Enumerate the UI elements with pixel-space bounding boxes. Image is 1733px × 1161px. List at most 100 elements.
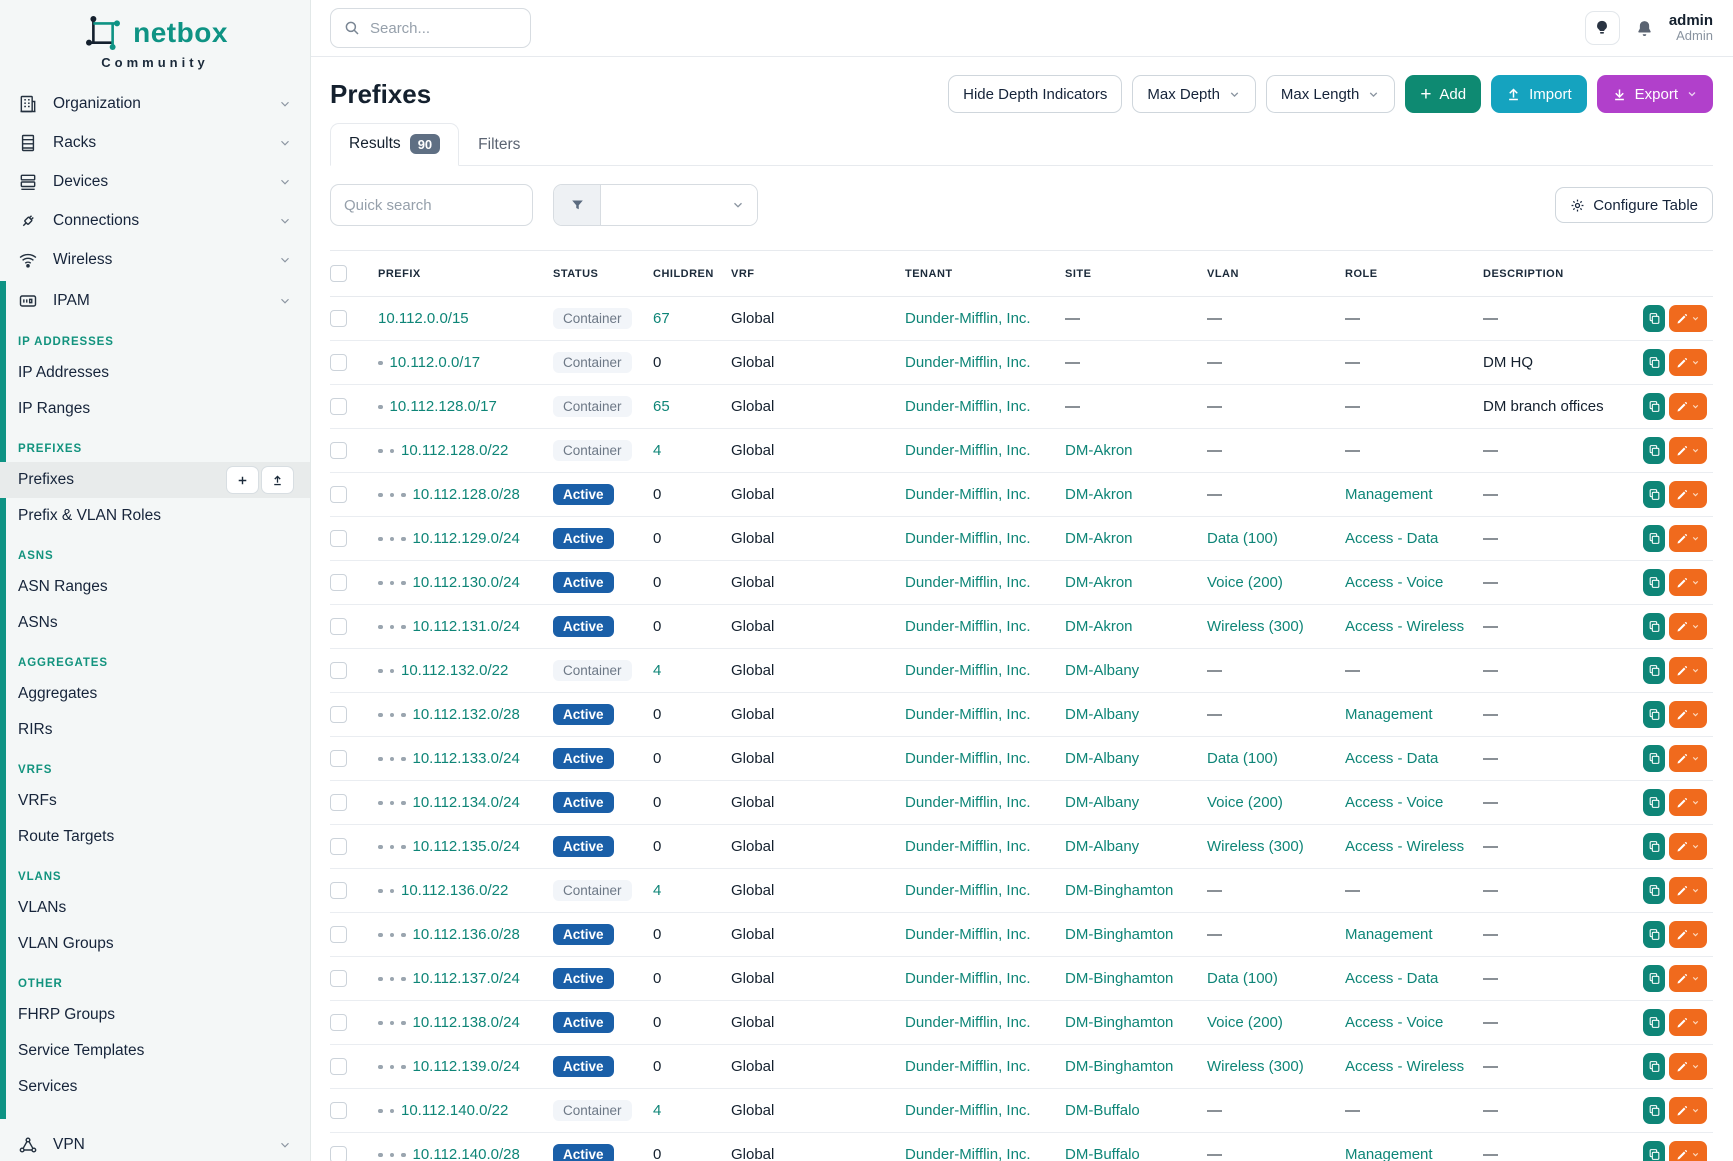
vlan-link[interactable]: Voice (200) [1207, 574, 1283, 591]
sidebar-item-vlans[interactable]: VLANs [0, 890, 310, 926]
clone-prefix-button[interactable] [1643, 1053, 1665, 1080]
col-header-status[interactable]: STATUS [553, 251, 653, 297]
tenant-link[interactable]: Dunder-Mifflin, Inc. [905, 1102, 1031, 1119]
prefix-link[interactable]: 10.112.131.0/24 [413, 618, 520, 635]
row-checkbox[interactable] [330, 1014, 347, 1031]
edit-prefix-button[interactable] [1669, 833, 1707, 860]
site-link[interactable]: DM-Albany [1065, 838, 1139, 855]
vlan-link[interactable]: Data (100) [1207, 530, 1278, 547]
row-checkbox[interactable] [330, 882, 347, 899]
site-link[interactable]: DM-Buffalo [1065, 1146, 1140, 1161]
edit-prefix-button[interactable] [1669, 1141, 1707, 1161]
children-count-link[interactable]: 67 [653, 310, 670, 327]
col-header-prefix[interactable]: PREFIX [378, 251, 553, 297]
role-link[interactable]: Access - Wireless [1345, 838, 1464, 855]
sidebar-item-vrfs[interactable]: VRFs [0, 783, 310, 819]
site-link[interactable]: DM-Akron [1065, 486, 1133, 503]
saved-filter-select[interactable] [553, 184, 758, 226]
sidebar-item-ip-ranges[interactable]: IP Ranges [0, 391, 310, 427]
select-all-checkbox[interactable] [330, 265, 347, 282]
role-link[interactable]: Access - Data [1345, 970, 1438, 987]
configure-table-button[interactable]: Configure Table [1555, 187, 1713, 223]
tenant-link[interactable]: Dunder-Mifflin, Inc. [905, 926, 1031, 943]
clone-prefix-button[interactable] [1643, 701, 1665, 728]
row-checkbox[interactable] [330, 662, 347, 679]
tenant-link[interactable]: Dunder-Mifflin, Inc. [905, 1014, 1031, 1031]
clone-prefix-button[interactable] [1643, 437, 1665, 464]
site-link[interactable]: DM-Binghamton [1065, 1014, 1173, 1031]
clone-prefix-button[interactable] [1643, 613, 1665, 640]
prefix-link[interactable]: 10.112.136.0/28 [413, 926, 520, 943]
edit-prefix-button[interactable] [1669, 921, 1707, 948]
role-link[interactable]: Access - Data [1345, 530, 1438, 547]
col-header-vlan[interactable]: VLAN [1207, 251, 1345, 297]
tenant-link[interactable]: Dunder-Mifflin, Inc. [905, 310, 1031, 327]
site-link[interactable]: DM-Binghamton [1065, 970, 1173, 987]
tenant-link[interactable]: Dunder-Mifflin, Inc. [905, 750, 1031, 767]
clone-prefix-button[interactable] [1643, 833, 1665, 860]
role-link[interactable]: Management [1345, 1146, 1433, 1161]
notifications-button[interactable] [1634, 18, 1655, 39]
sidebar-group-organization[interactable]: Organization [0, 84, 310, 123]
clone-prefix-button[interactable] [1643, 393, 1665, 420]
tenant-link[interactable]: Dunder-Mifflin, Inc. [905, 1058, 1031, 1075]
site-link[interactable]: DM-Akron [1065, 530, 1133, 547]
sidebar-group-devices[interactable]: Devices [0, 162, 310, 201]
site-link[interactable]: DM-Akron [1065, 442, 1133, 459]
sidebar-item-route-targets[interactable]: Route Targets [0, 819, 310, 855]
sidebar-group-connections[interactable]: Connections [0, 201, 310, 240]
site-link[interactable]: DM-Binghamton [1065, 1058, 1173, 1075]
sidebar-group-racks[interactable]: Racks [0, 123, 310, 162]
tenant-link[interactable]: Dunder-Mifflin, Inc. [905, 662, 1031, 679]
role-link[interactable]: Management [1345, 926, 1433, 943]
row-checkbox[interactable] [330, 926, 347, 943]
row-checkbox[interactable] [330, 750, 347, 767]
row-checkbox[interactable] [330, 794, 347, 811]
prefix-link[interactable]: 10.112.128.0/28 [413, 486, 520, 503]
tab-filters[interactable]: Filters [459, 125, 539, 166]
site-link[interactable]: DM-Albany [1065, 750, 1139, 767]
edit-prefix-button[interactable] [1669, 613, 1707, 640]
site-link[interactable]: DM-Akron [1065, 618, 1133, 635]
prefix-link[interactable]: 10.112.137.0/24 [413, 970, 520, 987]
clone-prefix-button[interactable] [1643, 349, 1665, 376]
prefix-link[interactable]: 10.112.0.0/15 [378, 310, 469, 327]
tenant-link[interactable]: Dunder-Mifflin, Inc. [905, 486, 1031, 503]
vlan-link[interactable]: Voice (200) [1207, 1014, 1283, 1031]
prefix-link[interactable]: 10.112.140.0/28 [413, 1146, 520, 1161]
col-header-description[interactable]: DESCRIPTION [1483, 251, 1643, 297]
role-link[interactable]: Access - Voice [1345, 1014, 1443, 1031]
edit-prefix-button[interactable] [1669, 1009, 1707, 1036]
sidebar-group-wireless[interactable]: Wireless [0, 240, 310, 279]
children-count-link[interactable]: 4 [653, 1102, 661, 1119]
max-depth-dropdown[interactable]: Max Depth [1132, 75, 1256, 113]
tenant-link[interactable]: Dunder-Mifflin, Inc. [905, 442, 1031, 459]
row-checkbox[interactable] [330, 1146, 347, 1161]
edit-prefix-button[interactable] [1669, 569, 1707, 596]
sidebar-item-prefix-vlan-roles[interactable]: Prefix & VLAN Roles [0, 498, 310, 534]
clone-prefix-button[interactable] [1643, 1009, 1665, 1036]
tenant-link[interactable]: Dunder-Mifflin, Inc. [905, 574, 1031, 591]
site-link[interactable]: DM-Buffalo [1065, 1102, 1140, 1119]
tenant-link[interactable]: Dunder-Mifflin, Inc. [905, 1146, 1031, 1161]
children-count-link[interactable]: 4 [653, 442, 661, 459]
prefix-link[interactable]: 10.112.128.0/22 [401, 442, 508, 459]
prefix-link[interactable]: 10.112.134.0/24 [413, 794, 520, 811]
row-checkbox[interactable] [330, 970, 347, 987]
clone-prefix-button[interactable] [1643, 789, 1665, 816]
prefix-link[interactable]: 10.112.128.0/17 [390, 398, 497, 415]
role-link[interactable]: Access - Wireless [1345, 1058, 1464, 1075]
vlan-link[interactable]: Wireless (300) [1207, 618, 1304, 635]
row-checkbox[interactable] [330, 354, 347, 371]
prefix-link[interactable]: 10.112.129.0/24 [413, 530, 520, 547]
add-prefix-mini-button[interactable] [226, 466, 259, 494]
tenant-link[interactable]: Dunder-Mifflin, Inc. [905, 530, 1031, 547]
site-link[interactable]: DM-Binghamton [1065, 926, 1173, 943]
edit-prefix-button[interactable] [1669, 657, 1707, 684]
vlan-link[interactable]: Data (100) [1207, 750, 1278, 767]
col-header-vrf[interactable]: VRF [731, 251, 905, 297]
netbox-logo[interactable]: netbox [0, 0, 310, 54]
prefix-link[interactable]: 10.112.132.0/22 [401, 662, 508, 679]
role-link[interactable]: Access - Voice [1345, 574, 1443, 591]
col-header-tenant[interactable]: TENANT [905, 251, 1065, 297]
